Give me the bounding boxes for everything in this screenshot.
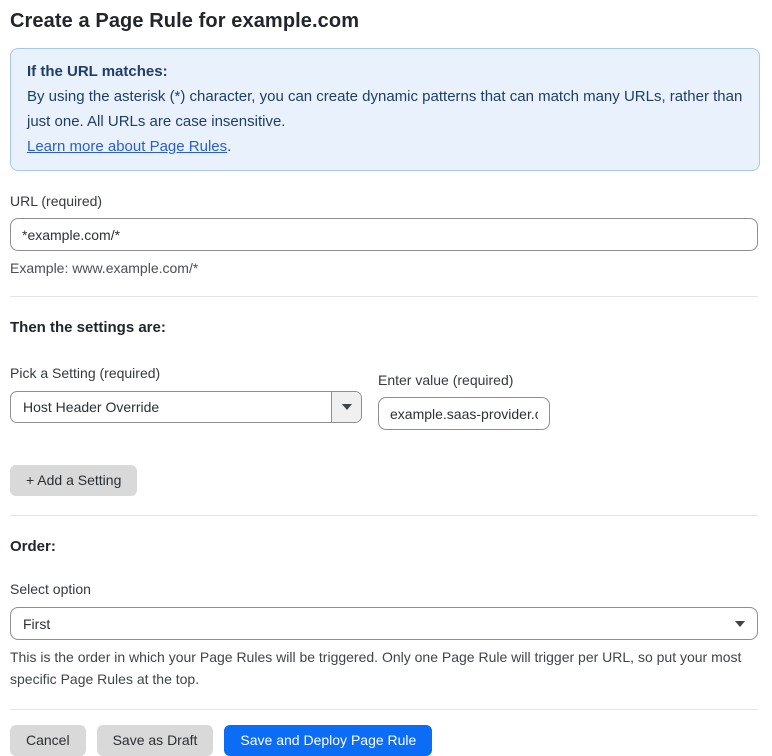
setting-row: Pick a Setting (required) Host Header Ov… (10, 364, 760, 430)
setting-dropdown-button[interactable] (331, 392, 361, 422)
setting-dropdown[interactable]: Host Header Override (10, 391, 362, 423)
caret-down-icon (735, 620, 745, 627)
cancel-button[interactable]: Cancel (10, 725, 86, 756)
order-select[interactable]: First (10, 607, 758, 640)
caret-down-icon (341, 404, 352, 410)
order-section-heading: Order: (10, 538, 56, 555)
url-example-helper: Example: www.example.com/* (10, 260, 199, 276)
pick-setting-group: Pick a Setting (required) Host Header Ov… (10, 364, 362, 430)
save-draft-button[interactable]: Save as Draft (96, 725, 214, 756)
order-select-label: Select option (10, 581, 91, 597)
divider (10, 709, 758, 710)
link-period: . (227, 138, 232, 155)
url-label: URL (required) (10, 193, 103, 209)
enter-value-label: Enter value (required) (378, 372, 514, 388)
create-page-rule-form: Create a Page Rule for example.com If th… (0, 0, 772, 756)
footer-actions: Cancel Save as Draft Save and Deploy Pag… (10, 725, 760, 756)
info-box-body: By using the asterisk (*) character, you… (27, 88, 743, 130)
url-input[interactable] (10, 218, 758, 251)
save-deploy-button[interactable]: Save and Deploy Page Rule (224, 725, 433, 756)
setting-dropdown-value: Host Header Override (23, 399, 160, 415)
divider (10, 515, 758, 516)
learn-more-link[interactable]: Learn more about Page Rules (27, 138, 227, 155)
setting-value-input[interactable] (378, 397, 550, 430)
url-match-info-box: If the URL matches: By using the asteris… (10, 48, 760, 171)
divider (10, 296, 758, 297)
order-select-value: First (23, 615, 51, 632)
pick-setting-label: Pick a Setting (required) (10, 365, 161, 381)
page-title: Create a Page Rule for example.com (10, 10, 360, 32)
url-field-group: URL (required) Example: www.example.com/… (10, 192, 760, 277)
add-setting-button[interactable]: + Add a Setting (10, 465, 138, 496)
info-box-link-line: Learn more about Page Rules. (27, 134, 743, 159)
info-box-heading: If the URL matches: (27, 63, 168, 80)
order-helper-text: This is the order in which your Page Rul… (10, 649, 742, 687)
settings-section-heading: Then the settings are: (10, 319, 166, 336)
enter-value-group: Enter value (required) (378, 371, 550, 430)
